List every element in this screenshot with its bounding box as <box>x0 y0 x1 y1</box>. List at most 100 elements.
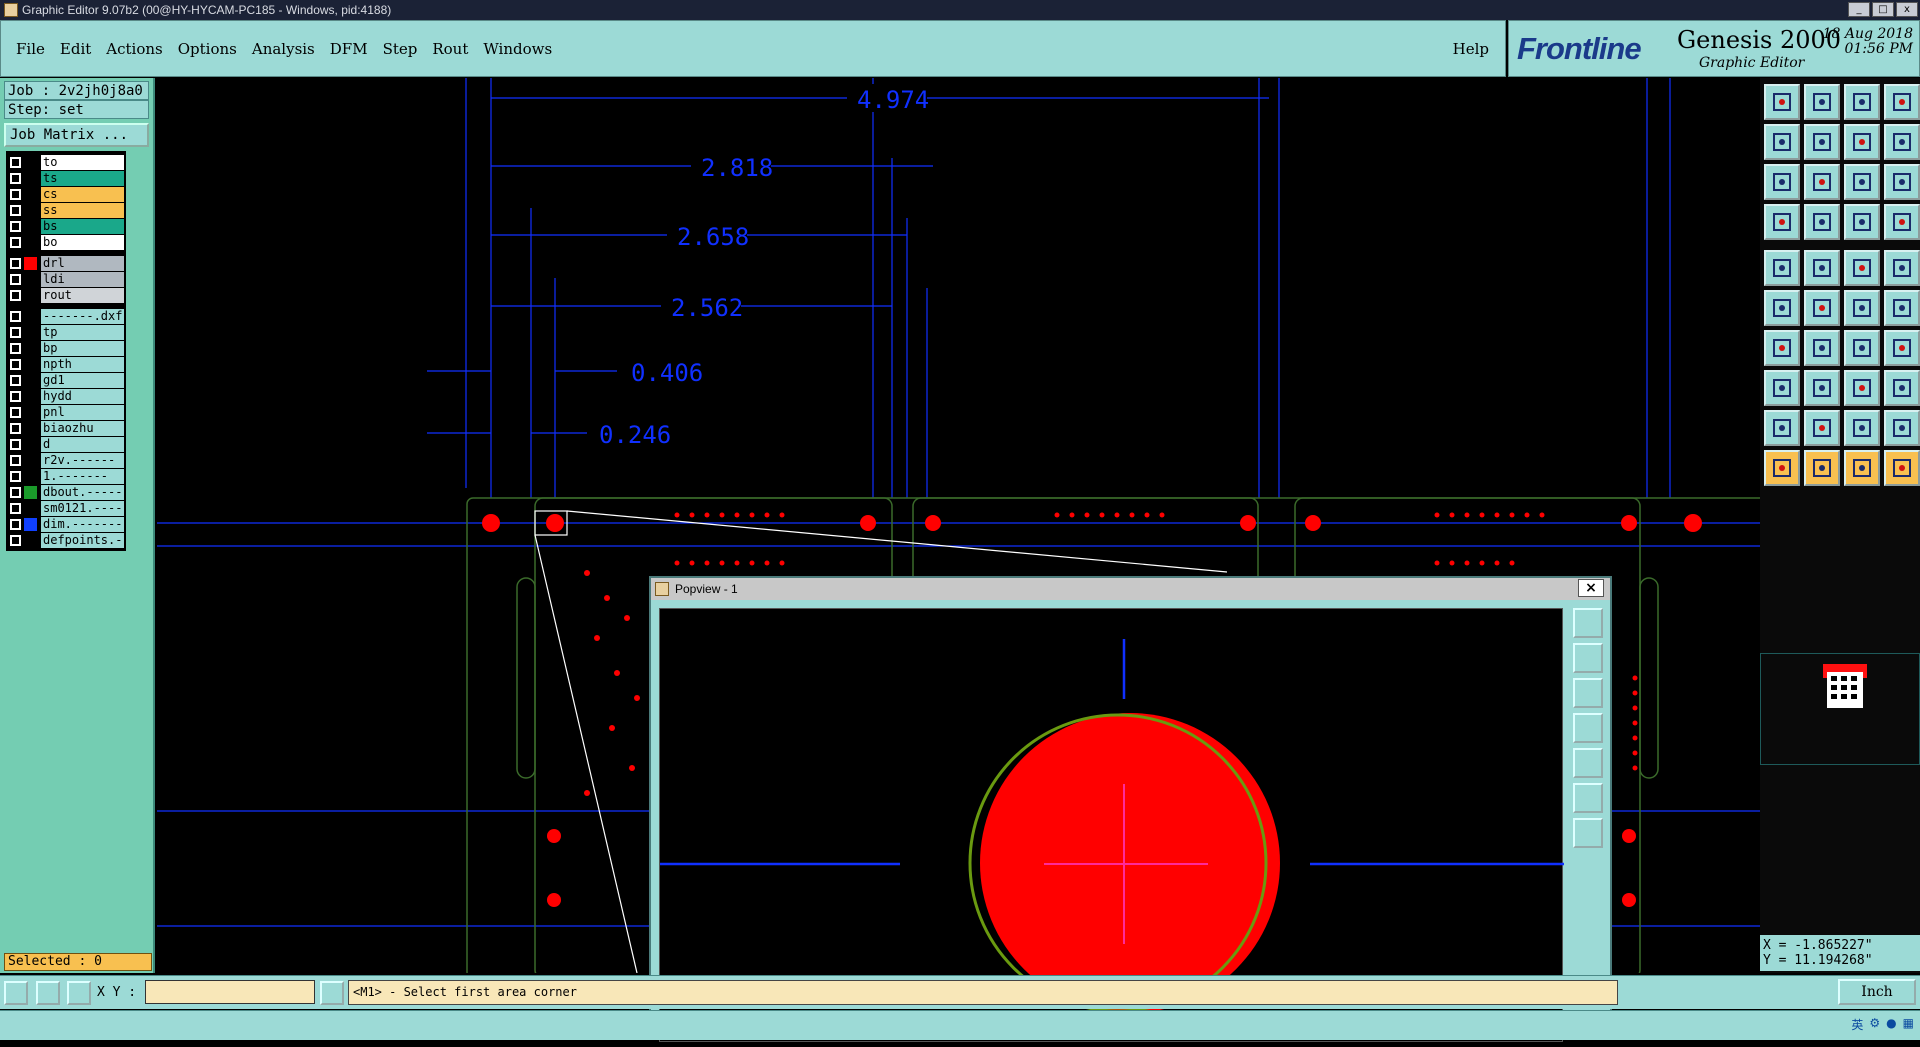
layer-name[interactable]: gd1 <box>41 372 124 388</box>
line-add-tool-button[interactable] <box>1804 250 1840 286</box>
text-a-outline-tool-button[interactable] <box>1884 410 1920 446</box>
split-node-tool-button[interactable] <box>1884 290 1920 326</box>
popview-zoom-window-button[interactable] <box>1573 608 1603 638</box>
layer-name[interactable]: sm0121.---- <box>41 500 124 516</box>
popview-zoom-in-button[interactable] <box>1573 643 1603 673</box>
microphone-icon[interactable]: ● <box>1886 1016 1896 1033</box>
menu-help[interactable]: Help <box>1453 40 1489 58</box>
delete-line-tool-button[interactable] <box>1804 370 1840 406</box>
close-window-button[interactable]: x <box>1896 2 1918 17</box>
home-view-tool-button[interactable] <box>1844 84 1880 120</box>
layer-name[interactable]: bo <box>41 234 124 250</box>
layer-color-swatch[interactable] <box>24 517 37 531</box>
layer-row[interactable]: biaozhu <box>8 420 124 436</box>
layer-color-swatch[interactable] <box>24 203 37 217</box>
layer-name[interactable]: ss <box>41 202 124 218</box>
layer-row[interactable]: dbout.----- <box>8 484 124 500</box>
layer-row[interactable]: -------.dxf <box>8 308 124 324</box>
copy-tool-button[interactable] <box>1764 370 1800 406</box>
fit-screen-tool-button[interactable] <box>1764 164 1800 200</box>
select-net-tool-button[interactable] <box>1844 450 1880 486</box>
layer-row[interactable]: tp <box>8 324 124 340</box>
move-node-tool-button[interactable] <box>1844 290 1880 326</box>
layer-name[interactable]: bs <box>41 218 124 234</box>
menu-actions[interactable]: Actions <box>106 40 162 58</box>
layer-color-swatch[interactable] <box>24 533 37 547</box>
settings-icon[interactable]: ⚙ <box>1869 1016 1880 1033</box>
select-tool-button[interactable] <box>1764 450 1800 486</box>
layer-checkbox[interactable] <box>10 390 21 402</box>
layer-row[interactable]: rout <box>8 287 124 303</box>
layer-checkbox[interactable] <box>10 257 21 269</box>
layer-checkbox[interactable] <box>10 220 21 232</box>
layer-checkbox[interactable] <box>10 273 21 285</box>
layer-checkbox[interactable] <box>10 438 21 450</box>
layer-name[interactable]: drl <box>41 255 124 271</box>
layer-row[interactable]: bs <box>8 218 124 234</box>
layer-checkbox[interactable] <box>10 422 21 434</box>
layer-row[interactable]: dim.------- <box>8 516 124 532</box>
menu-rout[interactable]: Rout <box>432 40 468 58</box>
layer-color-swatch[interactable] <box>24 155 37 169</box>
layer-name[interactable]: bp <box>41 340 124 356</box>
layer-checkbox[interactable] <box>10 188 21 200</box>
layer-name[interactable]: ldi <box>41 271 124 287</box>
layer-row[interactable]: ldi <box>8 271 124 287</box>
layer-color-swatch[interactable] <box>24 405 37 419</box>
layer-row[interactable]: pnl <box>8 404 124 420</box>
layer-color-swatch[interactable] <box>24 219 37 233</box>
layer-row[interactable]: cs <box>8 186 124 202</box>
layer-row[interactable]: defpoints.- <box>8 532 124 548</box>
popview-fit-button[interactable] <box>1573 783 1603 813</box>
layer-row[interactable]: hydd <box>8 388 124 404</box>
layer-color-swatch[interactable] <box>24 187 37 201</box>
layer-name[interactable]: dbout.----- <box>41 484 124 500</box>
layer-checkbox[interactable] <box>10 502 21 514</box>
layer-name[interactable]: to <box>41 154 124 170</box>
area-triangle-tool-button[interactable] <box>1764 410 1800 446</box>
layer-row[interactable]: to <box>8 154 124 170</box>
layer-color-swatch[interactable] <box>24 501 37 515</box>
menu-options[interactable]: Options <box>178 40 237 58</box>
layer-row[interactable]: bp <box>8 340 124 356</box>
layer-checkbox[interactable] <box>10 172 21 184</box>
layer-color-swatch[interactable] <box>24 389 37 403</box>
break-tool-button[interactable] <box>1804 290 1840 326</box>
maximize-button[interactable]: □ <box>1872 2 1894 17</box>
undo-tool-button[interactable] <box>1844 330 1880 366</box>
layer-name[interactable]: biaozhu <box>41 420 124 436</box>
route-tool-button[interactable] <box>1884 450 1920 486</box>
menu-step[interactable]: Step <box>383 40 418 58</box>
zoom-out-tool-button[interactable] <box>1884 124 1920 160</box>
layer-checkbox[interactable] <box>10 534 21 546</box>
layer-color-swatch[interactable] <box>24 235 37 249</box>
popview-center-button[interactable] <box>1573 818 1603 848</box>
menu-analysis[interactable]: Analysis <box>252 40 315 58</box>
menu-file[interactable]: File <box>16 40 45 58</box>
layer-name[interactable]: tp <box>41 324 124 340</box>
layer-color-swatch[interactable] <box>24 357 37 371</box>
layer-checkbox[interactable] <box>10 374 21 386</box>
layer-color-swatch[interactable] <box>24 309 37 323</box>
text-a-tool-button[interactable] <box>1804 410 1840 446</box>
layer-color-swatch[interactable] <box>24 341 37 355</box>
measure-mode-button[interactable] <box>36 981 60 1005</box>
layer-color-swatch[interactable] <box>24 288 37 302</box>
popview-close-button[interactable]: × <box>1578 579 1604 597</box>
layer-color-swatch[interactable] <box>24 437 37 451</box>
popview-titlebar[interactable]: Popview - 1 × <box>651 578 1610 600</box>
open-step-tool-button[interactable] <box>1764 84 1800 120</box>
layer-name[interactable]: -------.dxf <box>41 308 124 324</box>
menu-edit[interactable]: Edit <box>60 40 91 58</box>
menu-windows[interactable]: Windows <box>483 40 552 58</box>
array-tool-button[interactable] <box>1884 370 1920 406</box>
ime-indicator[interactable]: 英 <box>1851 1016 1863 1033</box>
slope-tool-button[interactable] <box>1764 330 1800 366</box>
layer-row[interactable]: npth <box>8 356 124 372</box>
layer-checkbox[interactable] <box>10 156 21 168</box>
layers-on-tool-button[interactable] <box>1844 204 1880 240</box>
layer-color-swatch[interactable] <box>24 485 37 499</box>
xy-input[interactable] <box>145 980 315 1004</box>
split-view-tool-button[interactable] <box>1884 84 1920 120</box>
layer-name[interactable]: rout <box>41 287 124 303</box>
